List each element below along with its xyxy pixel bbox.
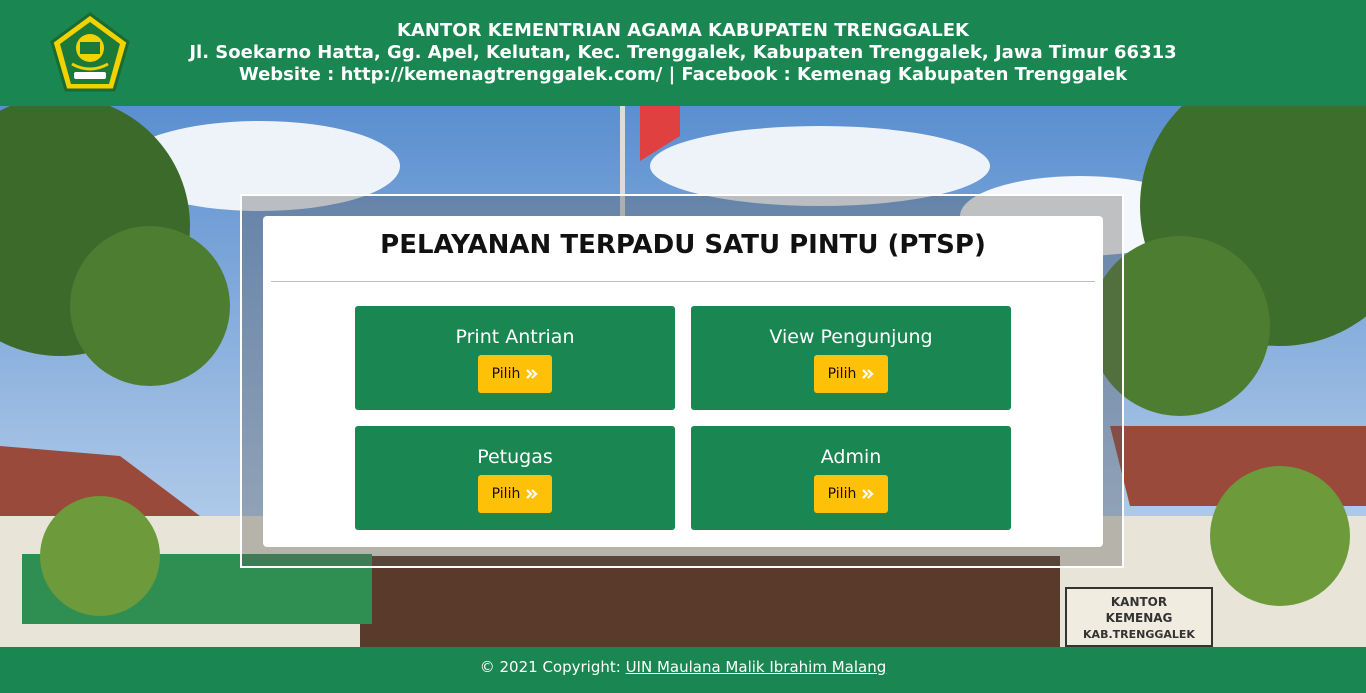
tile-view-pengunjung: View Pengunjung Pilih (691, 306, 1011, 410)
tile-label: Admin (820, 446, 882, 468)
double-chevron-right-icon (526, 489, 538, 499)
sign-line2: KEMENAG (1106, 611, 1173, 625)
button-label: Pilih (827, 486, 857, 502)
tile-admin: Admin Pilih (691, 426, 1011, 530)
tile-label: Petugas (477, 446, 553, 468)
double-chevron-right-icon (526, 369, 538, 379)
tile-print-antrian: Print Antrian Pilih (355, 306, 675, 410)
double-chevron-right-icon (862, 489, 874, 499)
tile-label: View Pengunjung (769, 326, 933, 348)
sign-line3: KAB.TRENGGALEK (1083, 628, 1195, 641)
tile-petugas: Petugas Pilih (355, 426, 675, 530)
header-links: Website : http://kemenagtrenggalek.com/ … (238, 64, 1128, 85)
tile-label: Print Antrian (455, 326, 575, 348)
header-address: Jl. Soekarno Hatta, Gg. Apel, Kelutan, K… (189, 42, 1177, 63)
title-divider (271, 281, 1095, 282)
petugas-button[interactable]: Pilih (478, 475, 552, 513)
site-footer: © 2021 Copyright: UIN Maulana Malik Ibra… (0, 647, 1366, 693)
button-label: Pilih (491, 486, 521, 502)
header-title: KANTOR KEMENTRIAN AGAMA KABUPATEN TRENGG… (397, 20, 969, 41)
button-label: Pilih (491, 366, 521, 382)
sign-line1: KANTOR (1111, 595, 1167, 609)
page-title: PELAYANAN TERPADU SATU PINTU (PTSP) (380, 230, 986, 260)
admin-button[interactable]: Pilih (814, 475, 888, 513)
double-chevron-right-icon (862, 369, 874, 379)
button-label: Pilih (827, 366, 857, 382)
copyright-text: © 2021 Copyright: (479, 658, 626, 676)
copyright-link[interactable]: UIN Maulana Malik Ibrahim Malang (626, 658, 887, 676)
print-antrian-button[interactable]: Pilih (478, 355, 552, 393)
site-header: KANTOR KEMENTRIAN AGAMA KABUPATEN TRENGG… (0, 0, 1366, 106)
view-pengunjung-button[interactable]: Pilih (814, 355, 888, 393)
